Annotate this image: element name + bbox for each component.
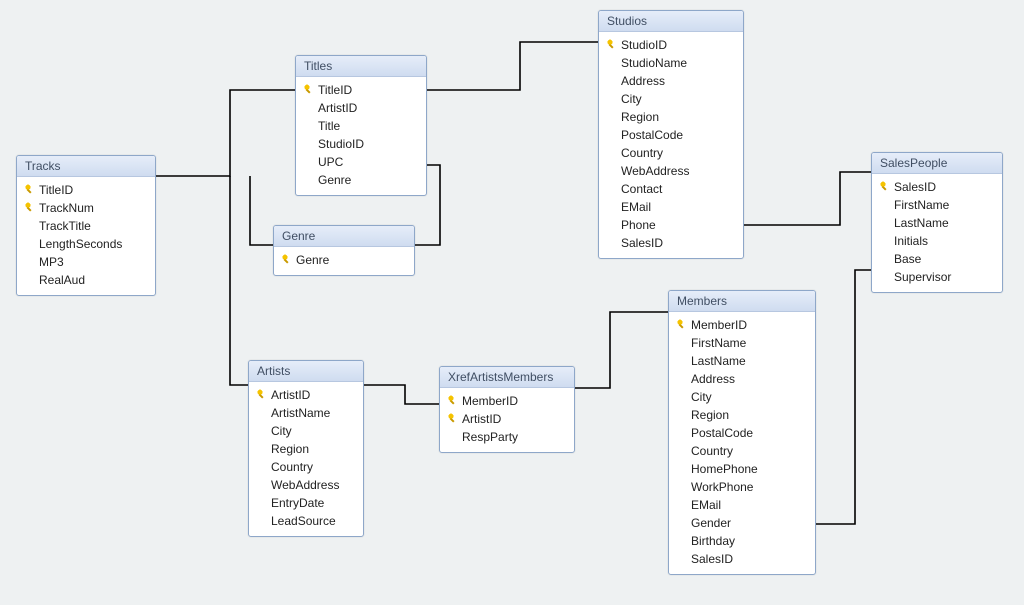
entity-fields: TitleIDTrackNumTrackTitleLengthSecondsMP… <box>17 177 155 295</box>
key-field[interactable]: MemberID <box>669 316 815 334</box>
field[interactable]: PostalCode <box>669 424 815 442</box>
field[interactable]: LengthSeconds <box>17 235 155 253</box>
key-field[interactable]: MemberID <box>440 392 574 410</box>
key-field[interactable]: TrackNum <box>17 199 155 217</box>
entity-title: Genre <box>274 226 414 247</box>
field[interactable]: PostalCode <box>599 126 743 144</box>
entity-fields: MemberIDArtistIDRespParty <box>440 388 574 452</box>
field[interactable]: EMail <box>669 496 815 514</box>
field[interactable]: EMail <box>599 198 743 216</box>
field[interactable]: TrackTitle <box>17 217 155 235</box>
field[interactable]: FirstName <box>669 334 815 352</box>
field[interactable]: Region <box>599 108 743 126</box>
entity-title: Members <box>669 291 815 312</box>
entity-fields: Genre <box>274 247 414 275</box>
field[interactable]: LastName <box>872 214 1002 232</box>
field[interactable]: LastName <box>669 352 815 370</box>
entity-fields: SalesIDFirstNameLastNameInitialsBaseSupe… <box>872 174 1002 292</box>
field[interactable]: Address <box>599 72 743 90</box>
field[interactable]: ArtistName <box>249 404 363 422</box>
field[interactable]: UPC <box>296 153 426 171</box>
field[interactable]: SalesID <box>599 234 743 252</box>
field[interactable]: City <box>599 90 743 108</box>
key-field[interactable]: TitleID <box>17 181 155 199</box>
field[interactable]: WorkPhone <box>669 478 815 496</box>
field[interactable]: Birthday <box>669 532 815 550</box>
entity-title: XrefArtistsMembers <box>440 367 574 388</box>
entity-artists[interactable]: Artists ArtistIDArtistNameCityRegionCoun… <box>248 360 364 537</box>
field[interactable]: MP3 <box>17 253 155 271</box>
field[interactable]: Country <box>599 144 743 162</box>
field[interactable]: StudioID <box>296 135 426 153</box>
field[interactable]: Region <box>669 406 815 424</box>
entity-fields: StudioIDStudioNameAddressCityRegionPosta… <box>599 32 743 258</box>
entity-genre[interactable]: Genre Genre <box>273 225 415 276</box>
field[interactable]: StudioName <box>599 54 743 72</box>
entity-title: Tracks <box>17 156 155 177</box>
field[interactable]: Base <box>872 250 1002 268</box>
key-field[interactable]: StudioID <box>599 36 743 54</box>
entity-members[interactable]: Members MemberIDFirstNameLastNameAddress… <box>668 290 816 575</box>
entity-fields: ArtistIDArtistNameCityRegionCountryWebAd… <box>249 382 363 536</box>
entity-fields: MemberIDFirstNameLastNameAddressCityRegi… <box>669 312 815 574</box>
entity-title: Artists <box>249 361 363 382</box>
field[interactable]: RespParty <box>440 428 574 446</box>
field[interactable]: Region <box>249 440 363 458</box>
field[interactable]: Initials <box>872 232 1002 250</box>
entity-fields: TitleIDArtistIDTitleStudioIDUPCGenre <box>296 77 426 195</box>
field[interactable]: EntryDate <box>249 494 363 512</box>
relationship-lines <box>0 0 1024 605</box>
field[interactable]: Country <box>669 442 815 460</box>
field[interactable]: SalesID <box>669 550 815 568</box>
entity-title: SalesPeople <box>872 153 1002 174</box>
entity-title: Studios <box>599 11 743 32</box>
field[interactable]: LeadSource <box>249 512 363 530</box>
field[interactable]: Title <box>296 117 426 135</box>
entity-xref-artists-members[interactable]: XrefArtistsMembers MemberIDArtistIDRespP… <box>439 366 575 453</box>
field[interactable]: Genre <box>296 171 426 189</box>
field[interactable]: WebAddress <box>599 162 743 180</box>
field[interactable]: WebAddress <box>249 476 363 494</box>
key-field[interactable]: SalesID <box>872 178 1002 196</box>
field[interactable]: ArtistID <box>296 99 426 117</box>
field[interactable]: City <box>249 422 363 440</box>
field[interactable]: FirstName <box>872 196 1002 214</box>
entity-titles[interactable]: Titles TitleIDArtistIDTitleStudioIDUPCGe… <box>295 55 427 196</box>
key-field[interactable]: ArtistID <box>249 386 363 404</box>
entity-studios[interactable]: Studios StudioIDStudioNameAddressCityReg… <box>598 10 744 259</box>
key-field[interactable]: Genre <box>274 251 414 269</box>
entity-title: Titles <box>296 56 426 77</box>
key-field[interactable]: TitleID <box>296 81 426 99</box>
field[interactable]: Address <box>669 370 815 388</box>
field[interactable]: City <box>669 388 815 406</box>
field[interactable]: Gender <box>669 514 815 532</box>
field[interactable]: Phone <box>599 216 743 234</box>
entity-tracks[interactable]: Tracks TitleIDTrackNumTrackTitleLengthSe… <box>16 155 156 296</box>
field[interactable]: HomePhone <box>669 460 815 478</box>
entity-salespeople[interactable]: SalesPeople SalesIDFirstNameLastNameInit… <box>871 152 1003 293</box>
field[interactable]: Contact <box>599 180 743 198</box>
field[interactable]: Country <box>249 458 363 476</box>
field[interactable]: RealAud <box>17 271 155 289</box>
field[interactable]: Supervisor <box>872 268 1002 286</box>
key-field[interactable]: ArtistID <box>440 410 574 428</box>
